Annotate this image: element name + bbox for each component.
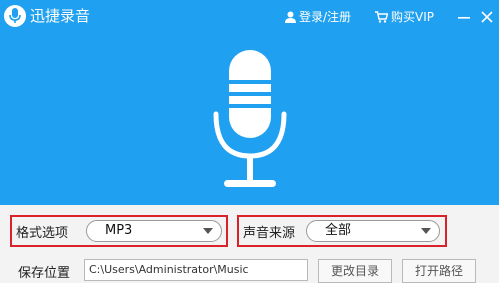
login-register-label: 登录/注册 [299,10,352,24]
header-panel: 迅捷录音 登录/注册 购买VIP [0,0,499,205]
open-path-button[interactable]: 打开路径 [402,259,476,283]
save-location-label: 保存位置 [18,266,71,281]
user-icon [285,11,296,23]
buy-vip-label: 购买VIP [391,10,434,24]
format-select[interactable]: MP3 [86,220,222,242]
app-logo-mic-icon [4,5,26,27]
format-option-group: 格式选项 MP3 [10,215,228,247]
format-selected-value: MP3 [105,223,133,238]
cart-icon [375,11,388,23]
app-window: 迅捷录音 登录/注册 购买VIP 格式选项 MP3 声音来源 全部 保存位置 C… [0,0,499,283]
source-select[interactable]: 全部 [306,220,440,242]
change-directory-button[interactable]: 更改目录 [318,259,392,283]
format-dropdown-icon [203,228,213,234]
close-icon [481,11,493,23]
app-title: 迅捷录音 [30,7,91,25]
source-dropdown-icon [421,228,431,234]
title-bar: 迅捷录音 登录/注册 购买VIP [0,0,499,34]
source-selected-value: 全部 [325,223,352,238]
microphone-icon [213,50,287,187]
sound-source-group: 声音来源 全部 [237,215,447,247]
source-label: 声音来源 [243,225,296,241]
minimize-icon [458,17,470,19]
buy-vip-link[interactable]: 购买VIP [375,9,434,25]
format-label: 格式选项 [16,225,69,241]
record-button[interactable] [196,42,304,200]
save-path-input[interactable]: C:\Users\Administrator\Music [84,259,308,281]
close-button[interactable] [478,8,496,26]
minimize-button[interactable] [455,8,473,26]
login-register-link[interactable]: 登录/注册 [285,9,351,25]
